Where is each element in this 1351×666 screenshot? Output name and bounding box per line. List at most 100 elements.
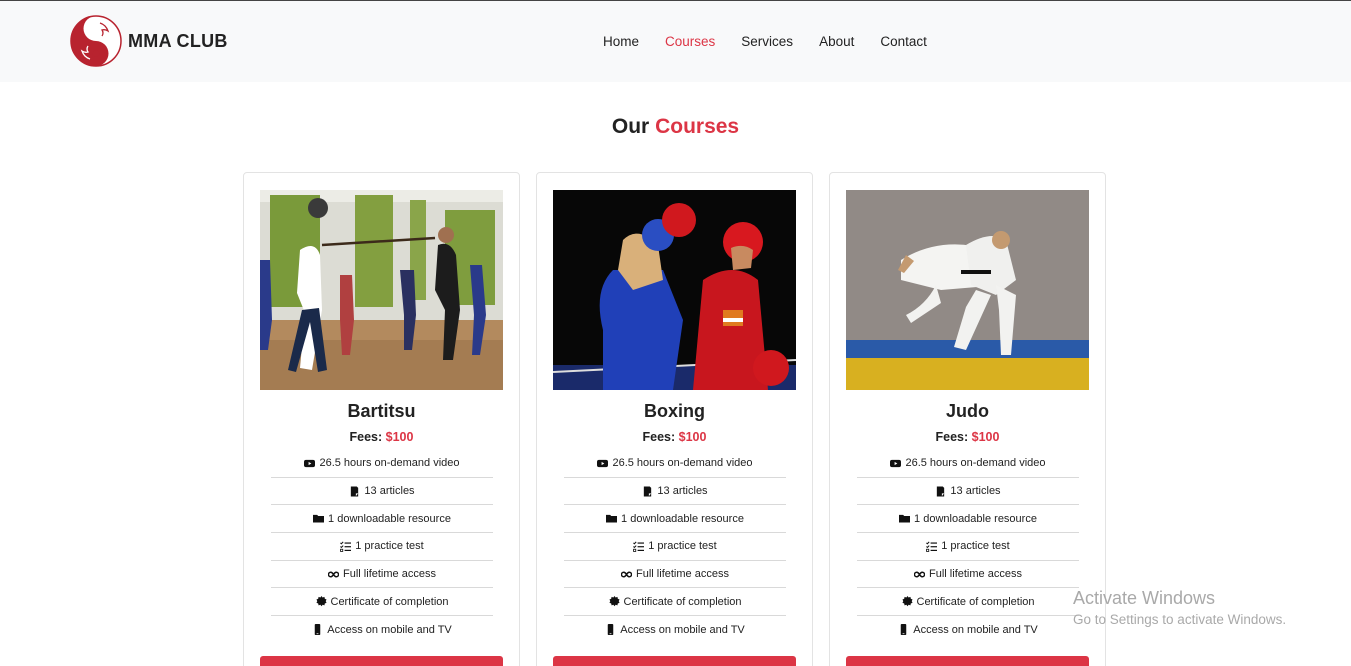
nav-home[interactable]: Home	[590, 34, 652, 49]
mobile-icon	[900, 624, 907, 636]
course-price: $100	[971, 430, 1000, 444]
watermark-title: Activate Windows	[1073, 588, 1216, 608]
feature-lifetime: Full lifetime access	[564, 561, 786, 589]
feature-practice-test: 1 practice test	[271, 533, 493, 561]
feature-text: 1 practice test	[941, 540, 1010, 553]
course-title: Boxing	[644, 401, 705, 421]
boxing-match-photo	[553, 190, 796, 390]
yin-yang-dragon-logo-icon	[70, 15, 122, 67]
fees-label: Fees:	[349, 430, 383, 444]
feature-text: 26.5 hours on-demand video	[905, 457, 1046, 470]
course-features-list: 26.5 hours on-demand video 13 articles 1…	[857, 450, 1079, 644]
fees-label: Fees:	[935, 430, 969, 444]
course-card-bartitsu: Bartitsu Fees: $100 26.5 hours on-demand…	[243, 172, 520, 666]
feature-text: Access on mobile and TV	[620, 623, 745, 636]
course-price: $100	[678, 430, 707, 444]
main-nav: Home Courses Services About Contact	[590, 34, 940, 49]
feature-video: 26.5 hours on-demand video	[564, 450, 786, 478]
feature-resource: 1 downloadable resource	[857, 505, 1079, 534]
infinity-icon	[621, 571, 633, 578]
watermark-subtitle: Go to Settings to activate Windows.	[1073, 612, 1287, 627]
feature-text: Full lifetime access	[636, 568, 729, 581]
feature-text: 13 articles	[364, 485, 415, 498]
youtube-icon	[304, 459, 316, 468]
course-features-list: 26.5 hours on-demand video 13 articles 1…	[564, 450, 786, 644]
feature-text: Access on mobile and TV	[327, 623, 452, 636]
certificate-icon	[901, 596, 913, 607]
mobile-icon	[607, 624, 614, 636]
feature-articles: 13 articles	[564, 478, 786, 506]
course-price: $100	[385, 430, 414, 444]
feature-text: 1 downloadable resource	[328, 512, 451, 525]
feature-text: 1 downloadable resource	[914, 512, 1037, 525]
bartitsu-class-photo	[260, 190, 503, 390]
feature-text: 26.5 hours on-demand video	[612, 457, 753, 470]
file-icon	[351, 485, 359, 497]
file-icon	[937, 485, 945, 497]
feature-lifetime: Full lifetime access	[857, 561, 1079, 589]
feature-text: 1 practice test	[355, 540, 424, 553]
feature-practice-test: 1 practice test	[857, 533, 1079, 561]
feature-text: 13 articles	[950, 485, 1001, 498]
feature-text: 1 practice test	[648, 540, 717, 553]
feature-articles: 13 articles	[271, 478, 493, 506]
feature-mobile: Access on mobile and TV	[271, 616, 493, 644]
section-title-accent: Courses	[655, 115, 740, 138]
course-fees: Fees: $100	[830, 430, 1105, 444]
feature-text: Access on mobile and TV	[913, 623, 1038, 636]
feature-resource: 1 downloadable resource	[564, 505, 786, 534]
certificate-icon	[608, 596, 620, 607]
brand[interactable]: MMA CLUB	[70, 15, 228, 67]
feature-certificate: Certificate of completion	[271, 588, 493, 617]
course-title: Judo	[946, 401, 989, 421]
folder-icon	[606, 515, 618, 523]
feature-mobile: Access on mobile and TV	[857, 616, 1079, 644]
infinity-icon	[914, 571, 926, 578]
feature-video: 26.5 hours on-demand video	[857, 450, 1079, 478]
nav-services[interactable]: Services	[728, 34, 806, 49]
feature-text: Full lifetime access	[343, 568, 436, 581]
course-features-list: 26.5 hours on-demand video 13 articles 1…	[271, 450, 493, 644]
file-icon	[644, 485, 652, 497]
checklist-icon	[340, 541, 352, 552]
youtube-icon	[890, 459, 902, 468]
feature-text: 1 downloadable resource	[621, 512, 744, 525]
section-title-prefix: Our	[611, 115, 650, 138]
feature-text: Full lifetime access	[929, 568, 1022, 581]
certificate-icon	[315, 596, 327, 607]
section-title: Our Courses	[0, 115, 1351, 139]
brand-name: MMA CLUB	[128, 30, 228, 51]
course-title: Bartitsu	[347, 401, 416, 421]
feature-certificate: Certificate of completion	[564, 588, 786, 617]
enroll-button[interactable]	[846, 656, 1089, 666]
judo-throw-photo	[846, 190, 1089, 390]
feature-video: 26.5 hours on-demand video	[271, 450, 493, 478]
course-fees: Fees: $100	[537, 430, 812, 444]
nav-about[interactable]: About	[806, 34, 867, 49]
activate-windows-watermark: Activate Windows Go to Settings to activ…	[1073, 588, 1286, 627]
enroll-button[interactable]	[260, 656, 503, 666]
mobile-icon	[314, 624, 321, 636]
nav-contact[interactable]: Contact	[867, 34, 940, 49]
folder-icon	[313, 515, 325, 523]
course-fees: Fees: $100	[244, 430, 519, 444]
fees-label: Fees:	[642, 430, 676, 444]
feature-resource: 1 downloadable resource	[271, 505, 493, 534]
enroll-button[interactable]	[553, 656, 796, 666]
nav-courses[interactable]: Courses	[652, 34, 728, 49]
feature-text: Certificate of completion	[916, 595, 1035, 608]
folder-icon	[899, 515, 911, 523]
feature-certificate: Certificate of completion	[857, 588, 1079, 617]
feature-text: Certificate of completion	[330, 595, 449, 608]
feature-text: 13 articles	[657, 485, 708, 498]
navbar: MMA CLUB Home Courses Services About Con…	[0, 1, 1351, 82]
feature-lifetime: Full lifetime access	[271, 561, 493, 589]
feature-practice-test: 1 practice test	[564, 533, 786, 561]
course-card-boxing: Boxing Fees: $100 26.5 hours on-demand v…	[536, 172, 813, 666]
course-card-judo: Judo Fees: $100 26.5 hours on-demand vid…	[829, 172, 1106, 666]
feature-articles: 13 articles	[857, 478, 1079, 506]
checklist-icon	[633, 541, 645, 552]
feature-text: Certificate of completion	[623, 595, 742, 608]
infinity-icon	[328, 571, 340, 578]
feature-text: 26.5 hours on-demand video	[319, 457, 460, 470]
